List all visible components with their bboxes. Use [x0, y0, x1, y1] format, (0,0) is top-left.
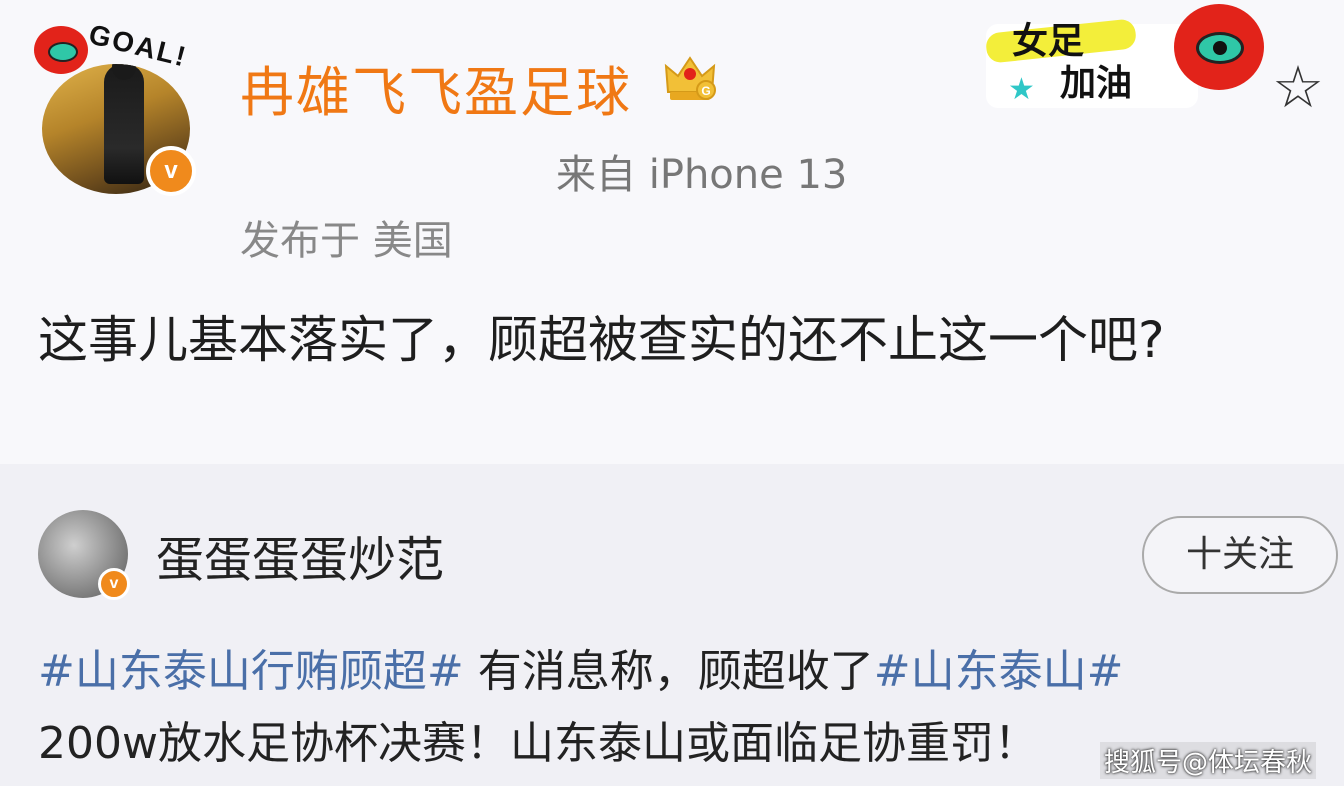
- crown-icon: G: [664, 56, 716, 100]
- verified-icon: v: [98, 568, 130, 600]
- repost-text-part: 200w放水足协杯决赛！山东泰山或面临足协重罚！: [38, 718, 1038, 769]
- hashtag-link[interactable]: #山东泰山行贿顾超#: [38, 646, 464, 697]
- eye-flower-icon: [1174, 4, 1264, 90]
- avatar-person: [104, 64, 144, 184]
- eye-flower-icon: [34, 26, 88, 74]
- svg-text:G: G: [701, 84, 710, 98]
- watermark: 搜狐号@体坛春秋: [1099, 742, 1316, 779]
- follow-button[interactable]: 十关注: [1142, 516, 1338, 594]
- verified-icon: v: [146, 146, 196, 196]
- post-source: 来自 iPhone 13: [556, 152, 848, 198]
- post-text: 这事儿基本落实了，顾超被查实的还不止这一个吧?: [38, 311, 1165, 369]
- sticker-star-icon: ★: [1008, 72, 1035, 107]
- post-location: 发布于 美国: [240, 218, 453, 264]
- sticker-text-line2: 加油: [1060, 63, 1133, 104]
- repost-text-part: 有消息称，顾超收了: [463, 646, 874, 697]
- repost-username[interactable]: 蛋蛋蛋蛋炒范: [156, 520, 444, 590]
- favorite-star-icon[interactable]: ☆: [1272, 58, 1324, 116]
- hashtag-link[interactable]: #山东泰山#: [874, 646, 1124, 697]
- post-username[interactable]: 冉雄飞飞盈足球: [240, 48, 632, 127]
